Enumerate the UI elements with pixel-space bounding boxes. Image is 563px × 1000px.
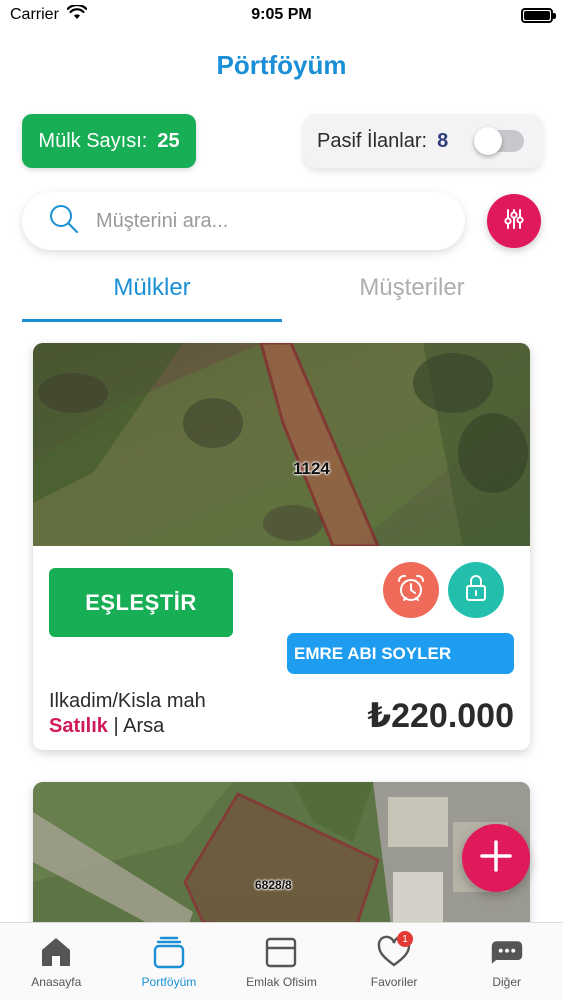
home-icon [39, 935, 73, 969]
nav-label-home: Anasayfa [31, 975, 82, 989]
status-bar: Carrier 9:05 PM [0, 0, 563, 30]
nav-item-portfolio[interactable]: Portföyüm [113, 923, 226, 1000]
tab-clients-label: Müşteriler [359, 274, 465, 301]
listing-status: Satılık [49, 715, 108, 737]
search-input[interactable] [96, 209, 436, 233]
passive-listings-toggle[interactable] [474, 127, 524, 155]
portfolio-icon [152, 935, 186, 969]
sliders-icon [503, 208, 525, 235]
tab-properties[interactable]: Mülkler [22, 258, 282, 322]
parcel-map-image: 1124 [33, 343, 530, 548]
listing-type: Arsa [123, 715, 165, 737]
battery-icon [521, 7, 556, 23]
nav-item-favorites[interactable]: 1 Favoriler [338, 923, 451, 1000]
tab-properties-label: Mülkler [113, 274, 191, 301]
page-title: Pörtföyüm [216, 50, 347, 80]
alarm-clock-icon [395, 572, 427, 609]
wifi-icon [66, 3, 88, 25]
parcel-number: 6828/8 [255, 878, 292, 892]
property-count-label: Mülk Sayısı: [38, 129, 148, 152]
passive-listings-label: Pasif İlanlar: [317, 129, 428, 152]
lock-button[interactable] [448, 562, 504, 618]
parcel-map-image: 6828/8 [33, 782, 530, 942]
plus-icon [478, 838, 514, 879]
passive-listings-count: 8 [437, 129, 449, 152]
parcel-number: 1124 [293, 459, 330, 478]
lock-icon [462, 573, 490, 608]
match-button[interactable]: EŞLEŞTİR [49, 568, 233, 637]
toggle-knob [474, 127, 502, 155]
status-left: Carrier [10, 3, 88, 25]
passive-listings-chip: Pasif İlanlar: 8 [304, 114, 542, 168]
nav-item-office[interactable]: Emlak Ofisim [225, 923, 338, 1000]
office-box-icon [264, 935, 298, 969]
tabs: Mülkler Müşteriler [22, 258, 542, 322]
meta-separator: | [113, 715, 119, 737]
nav-label-favorites: Favoriler [370, 975, 418, 989]
property-count-chip: Mülk Sayısı: 25 [22, 114, 196, 168]
more-icon [490, 935, 524, 969]
tab-active-indicator [22, 319, 282, 322]
client-tag[interactable]: EMRE ABI SOYLER [287, 633, 514, 674]
reminder-button[interactable] [383, 562, 439, 618]
listing-price: ₺220.000 [367, 697, 514, 735]
nav-label-office: Emlak Ofisim [246, 975, 317, 989]
listing-location: Ilkadim/Kisla mah [49, 690, 206, 712]
favorites-badge: 1 [397, 931, 414, 947]
listing-card[interactable]: 6828/8 [33, 782, 530, 942]
filter-button[interactable] [487, 194, 541, 248]
nav-label-portfolio: Portföyüm [141, 975, 197, 989]
heart-icon: 1 [377, 931, 414, 969]
nav-item-home[interactable]: Anasayfa [0, 923, 113, 1000]
nav-item-more[interactable]: Diğer [450, 923, 563, 1000]
listing-card[interactable]: 1124 EŞLEŞTİR EMRE ABI SOYLER Ilkadim/Ki… [33, 343, 530, 750]
carrier-label: Carrier [10, 6, 59, 23]
tab-clients[interactable]: Müşteriler [282, 258, 542, 322]
listing-meta: Satılık | Arsa [49, 715, 164, 738]
property-count-value: 25 [157, 129, 180, 152]
search-bar[interactable] [22, 192, 465, 250]
search-icon [48, 203, 80, 240]
nav-label-more: Diğer [492, 975, 522, 989]
bottom-nav: Anasayfa Portföyüm Emlak Ofisim 1 Favori… [0, 922, 563, 1000]
add-listing-button[interactable] [462, 824, 530, 892]
